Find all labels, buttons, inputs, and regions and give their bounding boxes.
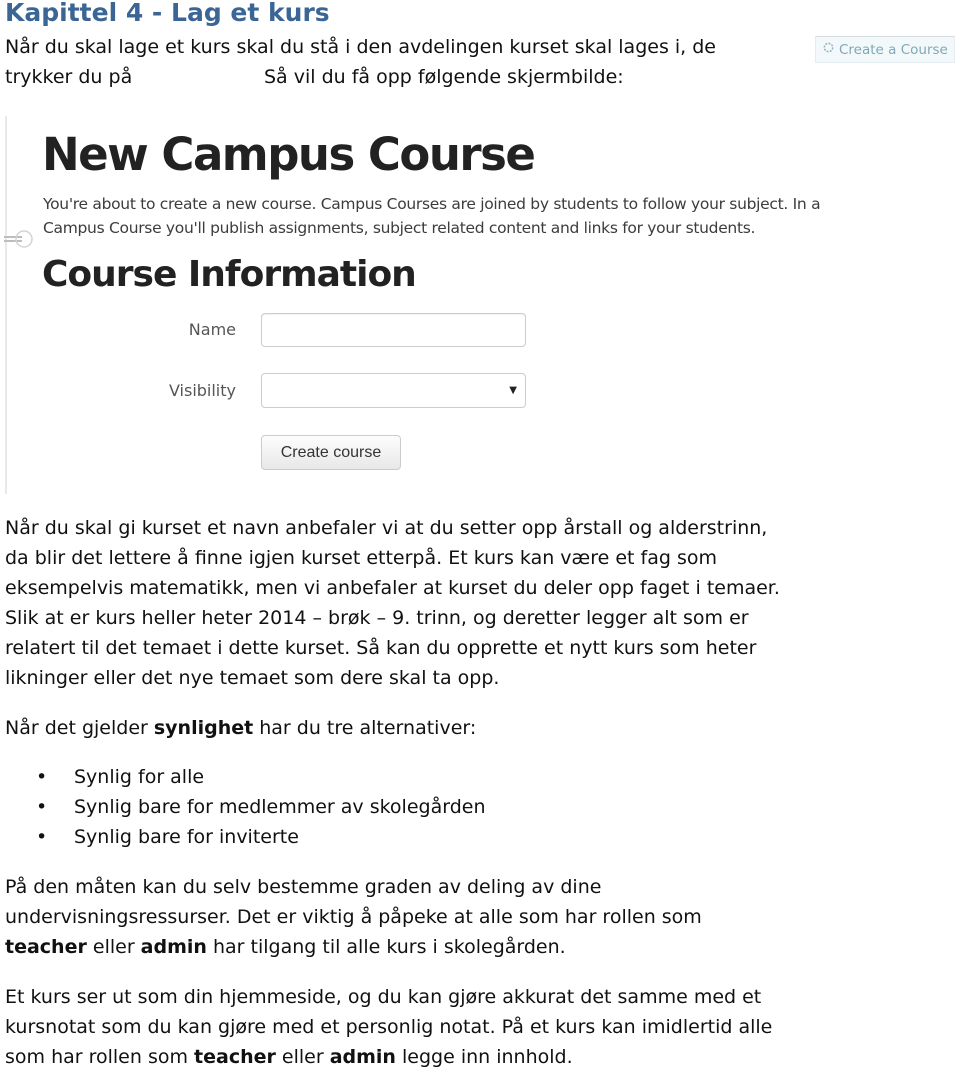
text: har du tre alternativer: bbox=[253, 717, 477, 739]
homepage-paragraph: Et kurs ser ut som din hjemmeside, og du… bbox=[5, 982, 945, 1072]
section-title: Course Information bbox=[42, 254, 417, 295]
text: har tilgang til alle kurs i skolegården. bbox=[206, 936, 566, 958]
bold-term: synlighet bbox=[153, 717, 254, 739]
naming-line: Når du skal gi kurset et navn anbefaler … bbox=[5, 517, 768, 539]
screen-description: You're about to create a new course. Cam… bbox=[43, 192, 821, 240]
text: som har rollen som bbox=[5, 1046, 195, 1068]
bullet-icon: • bbox=[36, 826, 48, 848]
naming-line: eksempelvis matematikk, men vi anbefaler… bbox=[5, 577, 780, 599]
description-line-1: You're about to create a new course. Cam… bbox=[43, 195, 821, 213]
list-item-text: Synlig bare for medlemmer av skolegården bbox=[74, 796, 486, 818]
sharing-line: På den måten kan du selv bestemme graden… bbox=[5, 876, 602, 898]
text: eller bbox=[275, 1046, 330, 1068]
sharing-line: undervisningsressurser. Det er viktig å … bbox=[5, 906, 702, 928]
chevron-down-icon: ▼ bbox=[509, 385, 517, 396]
visibility-label: Visibility bbox=[168, 381, 236, 400]
create-a-course-button[interactable]: Create a Course bbox=[815, 36, 955, 63]
visibility-options-list: • Synlig for alle • Synlig bare for medlem… bbox=[0, 762, 486, 852]
sidebar-divider bbox=[5, 116, 7, 494]
visibility-select[interactable]: ▼ bbox=[261, 373, 526, 408]
list-item: • Synlig bare for inviterte bbox=[0, 822, 486, 852]
bold-term: teacher bbox=[194, 1046, 276, 1068]
create-a-course-label: Create a Course bbox=[839, 41, 948, 58]
sharing-paragraph: På den måten kan du selv bestemme graden… bbox=[5, 872, 945, 962]
homepage-line: Et kurs ser ut som din hjemmeside, og du… bbox=[5, 986, 762, 1008]
intro-line-2a: trykker du på bbox=[5, 66, 133, 88]
naming-paragraph: Når du skal gi kurset et navn anbefaler … bbox=[5, 513, 945, 693]
name-input[interactable] bbox=[261, 313, 526, 347]
name-label: Name bbox=[188, 320, 236, 339]
embedded-screenshot: New Campus Course You're about to create… bbox=[0, 108, 880, 494]
sharing-line: teacher eller admin har tilgang til alle… bbox=[5, 932, 945, 962]
naming-line: likninger eller det nye temaet som dere … bbox=[5, 667, 500, 689]
bold-term: admin bbox=[329, 1046, 396, 1068]
create-course-button[interactable]: Create course bbox=[261, 435, 401, 470]
naming-line: Slik at er kurs heller heter 2014 – brøk… bbox=[5, 607, 749, 629]
text: eller bbox=[86, 936, 141, 958]
bold-term: teacher bbox=[5, 936, 87, 958]
intro-line-1: Når du skal lage et kurs skal du stå i d… bbox=[5, 36, 716, 58]
bullet-icon: • bbox=[36, 766, 48, 788]
screen-title: New Campus Course bbox=[42, 128, 536, 181]
list-item: • Synlig bare for medlemmer av skolegårde… bbox=[0, 792, 486, 822]
list-item-text: Synlig bare for inviterte bbox=[74, 826, 299, 848]
bold-term: admin bbox=[140, 936, 207, 958]
naming-line: relatert til det temaet i dette kurset. … bbox=[5, 637, 757, 659]
naming-line: da blir det lettere å finne igjen kurset… bbox=[5, 547, 717, 569]
list-item: • Synlig for alle bbox=[0, 762, 486, 792]
visibility-intro: Når det gjelder synlighet har du tre alt… bbox=[5, 713, 945, 743]
text: Når det gjelder bbox=[5, 717, 154, 739]
text: legge inn innhold. bbox=[395, 1046, 573, 1068]
list-item-text: Synlig for alle bbox=[74, 766, 205, 788]
bullet-icon: • bbox=[36, 796, 48, 818]
chapter-heading: Kapittel 4 - Lag et kurs bbox=[5, 0, 330, 27]
homepage-line: kursnotat som du kan gjøre med et person… bbox=[5, 1016, 773, 1038]
description-line-2: Campus Course you'll publish assignments… bbox=[43, 219, 756, 237]
drag-handle-icon[interactable] bbox=[2, 228, 36, 250]
homepage-line: som har rollen som teacher eller admin l… bbox=[5, 1042, 945, 1072]
intro-line-2b: Så vil du få opp følgende skjermbilde: bbox=[264, 66, 624, 88]
gear-icon bbox=[822, 41, 835, 58]
